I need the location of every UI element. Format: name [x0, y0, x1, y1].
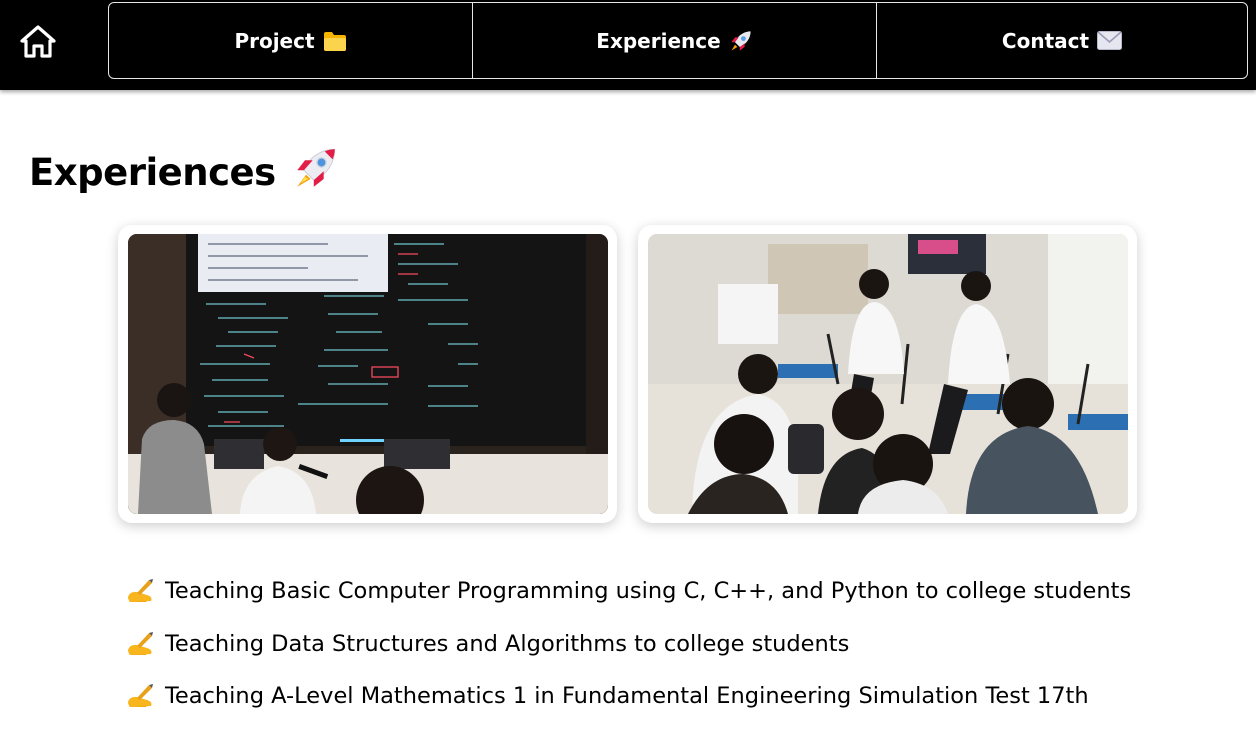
list-item: Teaching A-Level Mathematics 1 in Fundam…: [127, 670, 1131, 723]
experience-list: Teaching Basic Computer Programming usin…: [127, 565, 1131, 723]
home-icon: [20, 25, 56, 58]
experience-text: Teaching Basic Computer Programming usin…: [165, 578, 1132, 605]
nav-project-label: Project: [234, 28, 315, 53]
rocket-emoji-icon: [729, 29, 753, 53]
photo-lecture-icon: [128, 234, 608, 514]
experience-photo-card: [118, 225, 617, 523]
nav-experience[interactable]: Experience: [472, 3, 876, 78]
home-button[interactable]: [18, 22, 58, 60]
experience-photo-card: [638, 225, 1137, 523]
top-navigation-bar: Project Experience Contact: [0, 0, 1256, 90]
folder-emoji-icon: [323, 30, 347, 52]
writing-hand-icon: [127, 630, 165, 658]
experience-text: Teaching Data Structures and Algorithms …: [165, 630, 850, 657]
list-item: Teaching Data Structures and Algorithms …: [127, 618, 1131, 671]
nav-experience-label: Experience: [596, 28, 721, 53]
experience-text: Teaching A-Level Mathematics 1 in Fundam…: [165, 683, 1089, 710]
nav-contact-label: Contact: [1001, 28, 1090, 53]
page-title-text: Experiences: [29, 151, 276, 194]
photo-workshop-icon: [648, 234, 1128, 514]
envelope-emoji-icon: [1097, 31, 1123, 50]
page-title: Experiences: [29, 146, 338, 199]
writing-hand-icon: [127, 682, 165, 710]
writing-hand-icon: [127, 577, 165, 605]
main-nav: Project Experience Contact: [108, 2, 1248, 79]
list-item: Teaching Basic Computer Programming usin…: [127, 565, 1131, 618]
nav-project[interactable]: Project: [109, 3, 472, 78]
rocket-emoji-icon: [294, 146, 338, 199]
nav-contact[interactable]: Contact: [876, 3, 1247, 78]
